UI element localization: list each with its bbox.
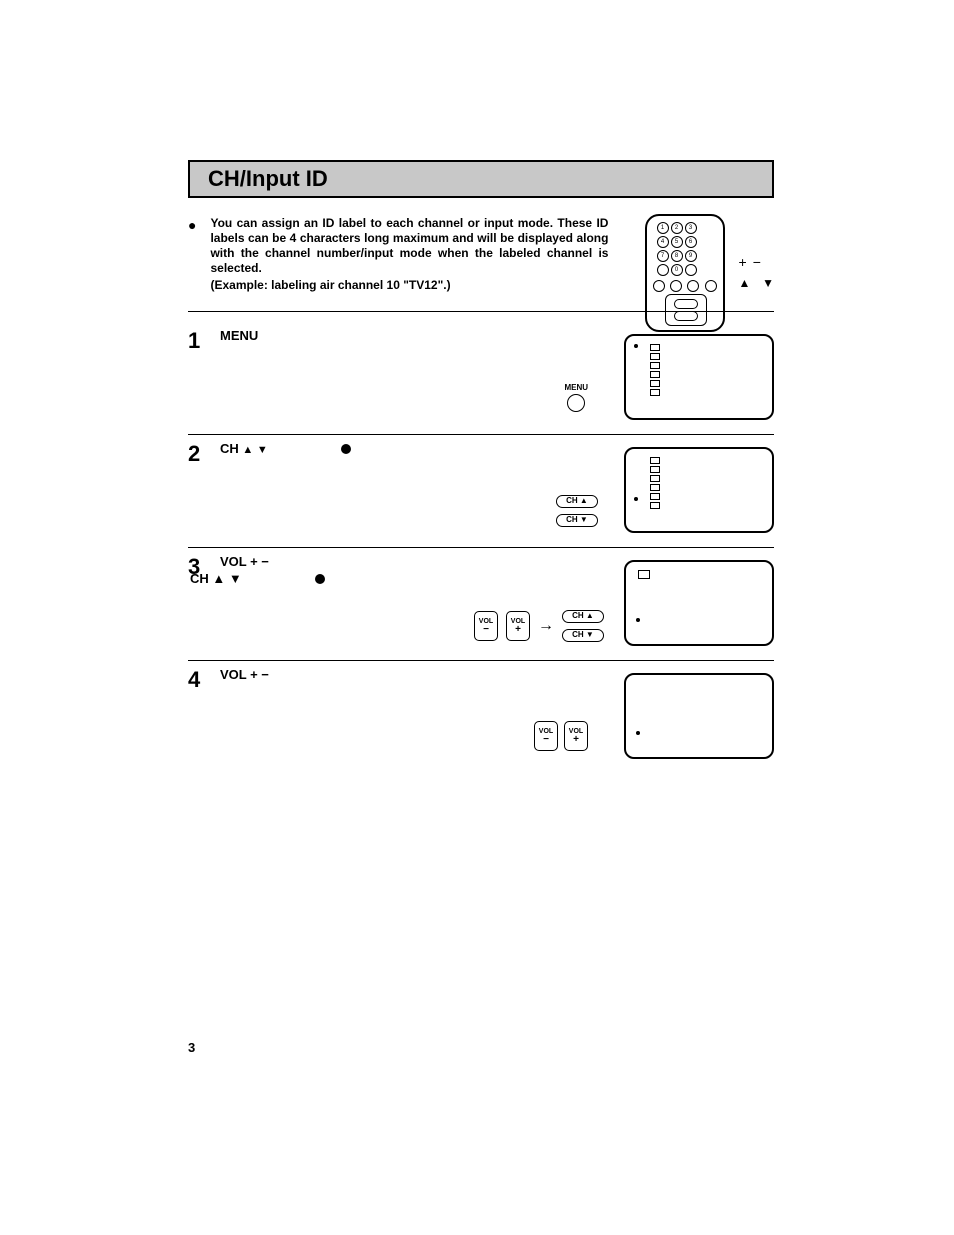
remote-side-labels: +− ▲ ▼	[739, 253, 774, 292]
arrow-right-icon: →	[538, 617, 554, 635]
filled-circle-icon	[341, 444, 351, 454]
step-2: 2 CH ▲ ▼ CH ▲ CH ▼	[188, 434, 774, 547]
menu-circle-icon	[567, 394, 585, 412]
up-down-triangles: ▲ ▼	[739, 273, 774, 293]
remote-mid-row	[653, 280, 717, 292]
ch-down-button-illustration: CH ▼	[556, 514, 598, 527]
step-1: 1 MENU MENU	[188, 322, 774, 434]
manual-page: CH/Input ID ● You can assign an ID label…	[0, 0, 954, 1235]
triangle-down-icon: ▼	[257, 444, 268, 456]
button-illustration-group: CH ▲ CH ▼	[556, 495, 598, 527]
step-label: VOL + −	[220, 554, 604, 569]
vol-up-button-illustration: VOL+	[564, 721, 588, 751]
remote-illustration: 123 456 789 0	[645, 214, 725, 332]
button-illustration-group: VOL− VOL+	[534, 721, 588, 751]
indicator-dot-icon	[636, 618, 640, 622]
triangle-down-icon: ▼	[762, 276, 774, 290]
page-number: 3	[188, 1040, 195, 1055]
triangle-up-icon: ▲	[212, 571, 225, 586]
triangle-up-icon: ▲	[242, 444, 253, 456]
osd-box-icon	[638, 570, 650, 579]
remote-number-pad: 123 456 789 0	[657, 222, 697, 276]
ch-up-button-illustration: CH ▲	[556, 495, 598, 508]
step-body: VOL + − VOL− VOL+	[220, 667, 774, 757]
step-sublabel: CH ▲ ▼	[190, 571, 604, 586]
tv-screen-illustration	[624, 560, 774, 646]
ch-up-button-illustration: CH ▲	[562, 610, 604, 623]
tv-screen-illustration	[624, 673, 774, 759]
vol-up-button-illustration: VOL+	[506, 611, 530, 641]
plus-minus-label: +−	[739, 253, 774, 273]
section-title: CH/Input ID	[208, 166, 754, 192]
bullet-icon: ●	[188, 218, 196, 232]
step-body: MENU MENU	[220, 328, 774, 418]
step-4: 4 VOL + − VOL− VOL+	[188, 660, 774, 787]
intro-row: ● You can assign an ID label to each cha…	[188, 216, 774, 293]
tv-screen-illustration	[624, 334, 774, 420]
step-label: CH ▲ ▼	[220, 441, 604, 456]
indicator-dot-icon	[636, 731, 640, 735]
step-body: CH ▲ ▼ CH ▲ CH ▼	[220, 441, 774, 531]
osd-menu-icons	[650, 344, 764, 396]
vol-down-button-illustration: VOL−	[474, 611, 498, 641]
triangle-down-icon: ▼	[229, 571, 242, 586]
intro-text-block: You can assign an ID label to each chann…	[210, 216, 608, 293]
section-title-bar: CH/Input ID	[188, 160, 774, 198]
tv-screen-illustration	[624, 447, 774, 533]
intro-example: (Example: labeling air channel 10 "TV12"…	[210, 278, 608, 293]
intro-text: You can assign an ID label to each chann…	[210, 216, 608, 276]
step-number: 4	[188, 667, 220, 693]
osd-menu-icons	[650, 457, 764, 509]
vol-down-button-illustration: VOL−	[534, 721, 558, 751]
filled-circle-icon	[315, 574, 325, 584]
button-illustration-group: VOL− VOL+ → CH ▲ CH ▼	[474, 610, 604, 642]
ch-down-button-illustration: CH ▼	[562, 629, 604, 642]
menu-button-illustration: MENU	[564, 383, 588, 412]
remote-illustration-block: 123 456 789 0 +− ▲ ▼	[645, 214, 774, 332]
step-number: 1	[188, 328, 220, 354]
step-number: 2	[188, 441, 220, 467]
indicator-dot-icon	[634, 344, 638, 348]
step-3: 3 VOL + − CH ▲ ▼ VOL− VOL+ → CH ▲ CH ▼	[188, 547, 774, 660]
indicator-dot-icon	[634, 497, 638, 501]
step-label: VOL + −	[220, 667, 604, 682]
step-body: VOL + − CH ▲ ▼ VOL− VOL+ → CH ▲ CH ▼	[220, 554, 774, 644]
step-label: MENU	[220, 328, 604, 343]
triangle-up-icon: ▲	[739, 276, 751, 290]
